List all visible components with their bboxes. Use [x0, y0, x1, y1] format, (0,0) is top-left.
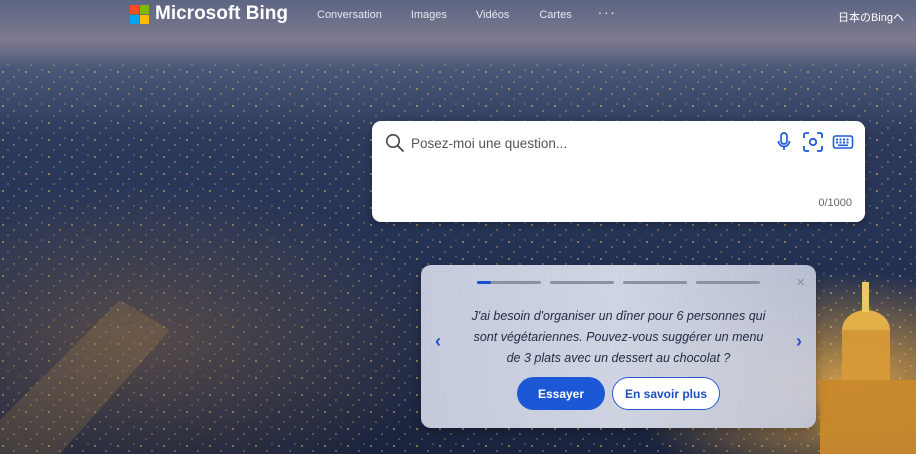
chevron-left-icon[interactable]: ‹: [435, 331, 441, 352]
character-counter: 0/1000: [818, 197, 852, 209]
visual-search-icon[interactable]: [802, 131, 824, 153]
progress-segment-3[interactable]: [623, 281, 687, 284]
progress-segment-2[interactable]: [550, 281, 614, 284]
microphone-icon[interactable]: [776, 131, 792, 153]
suggestion-card: × ‹ J'ai besoin d'organiser un dîner pou…: [421, 265, 816, 428]
nav-images[interactable]: Images: [411, 9, 447, 21]
search-input[interactable]: [411, 133, 771, 153]
close-icon[interactable]: ×: [796, 274, 805, 291]
nav-conversation[interactable]: Conversation: [317, 9, 382, 21]
chevron-right-icon[interactable]: ›: [796, 331, 802, 352]
more-menu-icon[interactable]: ···: [598, 5, 617, 20]
learn-more-button[interactable]: En savoir plus: [612, 377, 720, 410]
progress-segment-1[interactable]: [477, 281, 541, 284]
nav-videos[interactable]: Vidéos: [476, 9, 509, 21]
suggestion-text: J'ai besoin d'organiser un dîner pour 6 …: [471, 309, 766, 365]
nav-maps[interactable]: Cartes: [539, 9, 571, 21]
search-icon: [386, 134, 404, 152]
carousel-progress: [477, 281, 760, 284]
try-button[interactable]: Essayer: [517, 377, 605, 410]
search-box: 0/1000: [372, 121, 865, 222]
keyboard-icon[interactable]: [832, 131, 854, 153]
main-nav: Conversation Images Vidéos Cartes ···: [317, 5, 617, 21]
top-navigation-bar: Microsoft Bing Conversation Images Vidéo…: [0, 0, 916, 36]
region-link[interactable]: 日本のBingへ: [838, 9, 904, 25]
brand-name: Microsoft Bing: [155, 3, 288, 24]
microsoft-logo-icon: [130, 4, 149, 24]
bing-logo[interactable]: Microsoft Bing: [130, 3, 288, 25]
progress-segment-4[interactable]: [696, 281, 760, 284]
